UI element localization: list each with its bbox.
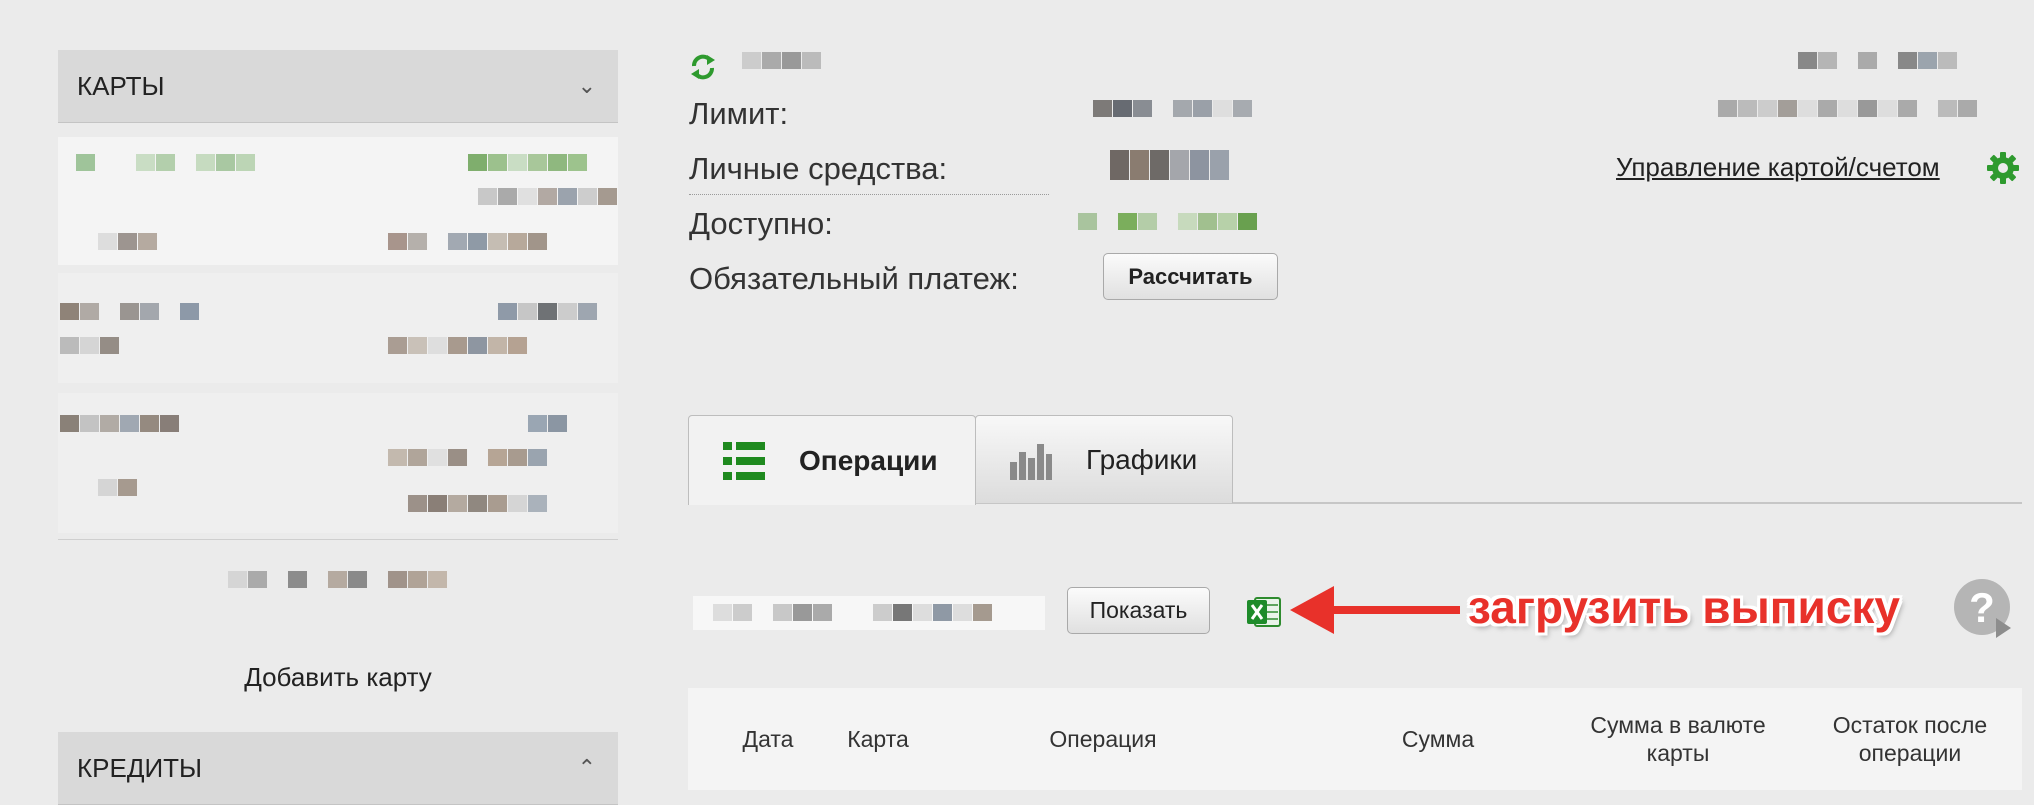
credits-section-header[interactable]: КРЕДИТЫ ⌃	[58, 732, 618, 805]
card-item[interactable]	[58, 273, 618, 383]
card-item[interactable]	[58, 393, 618, 533]
help-icon[interactable]: ?	[1953, 578, 2013, 638]
chevron-down-icon[interactable]: ⌄	[578, 73, 596, 99]
column-header-operation[interactable]: Операция	[978, 688, 1228, 790]
svg-text:?: ?	[1969, 584, 1995, 631]
tab-operations-label: Операции	[799, 444, 938, 476]
tab-operations[interactable]: Операции	[688, 415, 976, 505]
column-header-amount-card-currency[interactable]: Сумма в валюте карты	[1568, 688, 1788, 790]
column-header-card[interactable]: Карта	[808, 688, 948, 790]
refresh-icon[interactable]	[688, 52, 718, 82]
manage-card-link[interactable]: Управление картой/счетом	[1616, 152, 1940, 183]
gear-icon[interactable]	[1986, 151, 2020, 185]
chevron-up-icon[interactable]: ⌃	[578, 755, 596, 781]
dotted-divider	[689, 194, 1049, 195]
show-button[interactable]: Показать	[1067, 587, 1210, 634]
list-icon	[723, 441, 765, 480]
excel-icon[interactable]	[1247, 596, 1281, 628]
sidebar: КАРТЫ ⌄ Добавить карту КРЕДИТЫ ⌃	[58, 50, 618, 805]
account-details-blurred	[1718, 100, 1978, 117]
tab-charts[interactable]: Графики	[975, 415, 1233, 503]
credits-section-title: КРЕДИТЫ	[77, 752, 203, 783]
operations-table-header: Дата Карта Операция Сумма Сумма в валюте…	[688, 688, 2022, 790]
tab-charts-label: Графики	[1086, 443, 1198, 475]
account-number-blurred	[1798, 52, 1958, 69]
cards-section-title: КАРТЫ	[77, 70, 165, 101]
available-label: Доступно:	[689, 206, 833, 241]
add-card-link[interactable]: Добавить карту	[58, 662, 618, 693]
available-value-blurred	[1078, 213, 1258, 230]
bar-chart-icon	[1010, 443, 1052, 480]
cards-list	[58, 123, 618, 593]
cards-section-header[interactable]: КАРТЫ ⌄	[58, 50, 618, 123]
limit-label: Лимит:	[689, 96, 789, 131]
mandatory-payment-label: Обязательный платеж:	[689, 261, 1019, 296]
annotation-text: загрузить выписку	[1468, 581, 1901, 633]
column-header-balance-after[interactable]: Остаток после операции	[1798, 688, 2022, 790]
own-funds-value-blurred	[1110, 150, 1230, 180]
account-name-blurred	[742, 52, 822, 69]
card-item[interactable]	[58, 137, 618, 265]
calculate-button[interactable]: Рассчитать	[1103, 253, 1278, 300]
annotation-arrow	[1290, 586, 1460, 634]
period-field[interactable]	[693, 596, 1045, 630]
limit-value-blurred	[1093, 100, 1253, 117]
own-funds-label: Личные средства:	[689, 151, 948, 186]
column-header-amount[interactable]: Сумма	[1338, 688, 1538, 790]
